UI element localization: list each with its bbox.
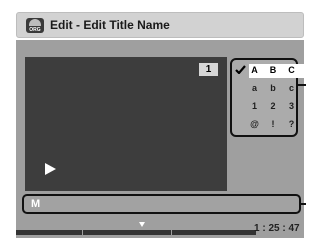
check-icon bbox=[235, 65, 246, 74]
char-key[interactable]: @ bbox=[247, 119, 262, 129]
char-key[interactable]: 2 bbox=[266, 101, 281, 111]
screen: ORG Edit - Edit Title Name 1 A B C a b c bbox=[0, 0, 322, 243]
disc-org-icon: ORG bbox=[26, 18, 44, 33]
char-key[interactable]: ? bbox=[284, 119, 299, 129]
char-key[interactable]: B bbox=[266, 65, 281, 75]
title-name-value: M bbox=[31, 198, 41, 210]
char-key[interactable]: a bbox=[247, 83, 262, 93]
char-key[interactable]: 1 bbox=[247, 101, 262, 111]
video-preview: 1 bbox=[25, 57, 227, 191]
title-name-input[interactable]: M bbox=[22, 194, 301, 214]
elapsed-time: 1 : 25 : 47 bbox=[254, 223, 300, 234]
callout-line bbox=[301, 203, 306, 205]
char-key[interactable]: c bbox=[284, 83, 299, 93]
timeline-divider bbox=[82, 230, 83, 235]
title-number-badge: 1 bbox=[199, 63, 218, 76]
char-key[interactable]: 3 bbox=[284, 101, 299, 111]
play-icon[interactable] bbox=[45, 163, 56, 175]
position-marker-icon bbox=[139, 222, 145, 227]
char-row-lowercase: a b c bbox=[247, 83, 299, 93]
char-key[interactable]: ! bbox=[266, 119, 281, 129]
char-row-symbols: @ ! ? bbox=[247, 119, 299, 129]
title-bar: ORG Edit - Edit Title Name bbox=[16, 12, 304, 38]
timeline-divider bbox=[171, 230, 172, 235]
char-key[interactable]: C bbox=[284, 65, 299, 75]
edit-panel: 1 A B C a b c 1 2 3 @ ! ? M bbox=[16, 40, 322, 238]
disc-shape bbox=[29, 19, 41, 26]
window-title: Edit - Edit Title Name bbox=[50, 18, 170, 32]
char-row-uppercase: A B C bbox=[247, 65, 299, 75]
disc-org-label: ORG bbox=[29, 27, 41, 33]
character-palette: A B C a b c 1 2 3 @ ! ? bbox=[230, 58, 322, 137]
char-row-digits: 1 2 3 bbox=[247, 101, 299, 111]
progress-timeline bbox=[16, 222, 256, 235]
callout-line bbox=[298, 84, 306, 86]
char-key[interactable]: b bbox=[266, 83, 281, 93]
char-key[interactable]: A bbox=[247, 65, 262, 75]
